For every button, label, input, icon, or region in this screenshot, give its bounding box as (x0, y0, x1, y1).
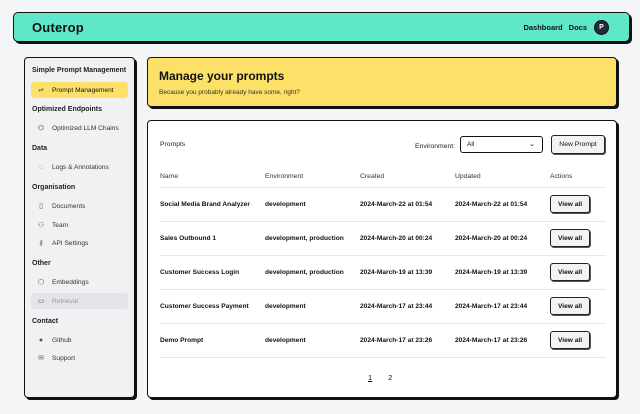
chat-icon: ◌ (38, 163, 44, 171)
table-row[interactable]: Demo Prompt development 2024-March-17 at… (160, 323, 606, 358)
sliders-icon: ⇌ (38, 87, 44, 94)
sidebar-item-label: Team (52, 221, 69, 229)
user-avatar[interactable]: P (594, 20, 609, 35)
document-icon: ▯ (39, 203, 43, 210)
prompt-environment: development, production (265, 255, 360, 290)
table-row[interactable]: Social Media Brand Analyzer development … (160, 187, 606, 222)
prompt-created: 2024-March-20 at 00:24 (360, 221, 455, 256)
row-actions: View all (550, 255, 606, 290)
prompt-created: 2024-March-22 at 01:54 (360, 187, 455, 222)
sidebar-item-logs-annotations[interactable]: ◌ Logs & Annotations (31, 159, 128, 175)
environment-select[interactable]: All ⌄ (460, 136, 543, 153)
column-header-updated[interactable]: Updated (455, 167, 550, 188)
sidebar: Simple Prompt Management ⇌ Prompt Manage… (24, 57, 135, 398)
view-all-button[interactable]: View all (550, 331, 590, 349)
nav-docs-link[interactable]: Docs (569, 23, 587, 32)
file-icon: ▭ (37, 298, 45, 305)
sidebar-item-embeddings[interactable]: ⬡ Embeddings (31, 274, 128, 290)
prompt-created: 2024-March-17 at 23:26 (360, 323, 455, 358)
prompts-panel: Prompts Environment: All ⌄ New Prompt Na… (147, 120, 617, 398)
row-actions: View all (550, 187, 606, 222)
table-header-row: Name Environment Created Updated Actions (160, 167, 606, 188)
page-title: Manage your prompts (159, 69, 285, 83)
prompt-updated: 2024-March-17 at 23:44 (455, 289, 550, 324)
sidebar-item-optimized-llm-chains[interactable]: ⌬ Optimized LLM Chains (31, 120, 128, 136)
prompt-environment: development (265, 187, 360, 222)
sidebar-item-label: Optimized LLM Chains (52, 124, 119, 132)
view-all-button[interactable]: View all (550, 297, 590, 315)
table-row[interactable]: Sales Outbound 1 development, production… (160, 221, 606, 256)
prompt-name: Sales Outbound 1 (160, 221, 265, 256)
key-icon: ⚷ (38, 240, 44, 247)
prompt-name: Customer Success Payment (160, 289, 265, 324)
sidebar-item-label: API Settings (52, 239, 89, 247)
prompt-updated: 2024-March-17 at 23:26 (455, 323, 550, 358)
prompt-name: Demo Prompt (160, 323, 265, 358)
app-logo[interactable]: Outerop (32, 20, 84, 35)
prompt-name: Social Media Brand Analyzer (160, 187, 265, 222)
prompt-created: 2024-March-19 at 13:39 (360, 255, 455, 290)
sidebar-section-title: Contact (32, 318, 59, 325)
row-actions: View all (550, 221, 606, 256)
view-all-button[interactable]: View all (550, 263, 590, 281)
prompt-created: 2024-March-17 at 23:44 (360, 289, 455, 324)
sidebar-item-label: Prompt Management (52, 86, 114, 94)
panel-title: Prompts (160, 141, 186, 148)
sidebar-item-api-settings[interactable]: ⚷ API Settings (31, 235, 128, 251)
users-icon: ⚇ (37, 222, 45, 229)
column-header-environment[interactable]: Environment (265, 167, 360, 188)
top-navbar: Outerop Dashboard Docs P (13, 12, 630, 42)
prompt-updated: 2024-March-20 at 00:24 (455, 221, 550, 256)
sidebar-section-title: Data (32, 145, 48, 152)
page-link-1[interactable]: 1 (368, 373, 372, 382)
github-icon: ● (38, 336, 44, 344)
sidebar-item-label: Documents (52, 202, 86, 210)
row-actions: View all (550, 289, 606, 324)
prompt-environment: development, production (265, 221, 360, 256)
row-actions: View all (550, 323, 606, 358)
column-header-name[interactable]: Name (160, 167, 265, 188)
pagination: 1 2 (368, 373, 392, 382)
sidebar-section-title: Organisation (32, 184, 76, 191)
sidebar-item-label: Embeddings (52, 278, 89, 286)
top-nav: Dashboard Docs (523, 23, 587, 32)
sidebar-section-title: Optimized Endpoints (32, 106, 102, 113)
sidebar-item-documents[interactable]: ▯ Documents (31, 198, 128, 214)
sidebar-item-retrieval: ▭ Retrieval (31, 293, 128, 309)
environment-label: Environment: (415, 143, 456, 150)
page-subtitle: Because you probably already have some, … (159, 89, 300, 96)
magic-icon: ⌬ (37, 125, 45, 132)
sidebar-item-label: Github (52, 336, 72, 344)
prompt-name: Customer Success Login (160, 255, 265, 290)
page-banner: Manage your prompts Because you probably… (147, 57, 617, 107)
nav-dashboard-link[interactable]: Dashboard (523, 23, 562, 32)
table-row[interactable]: Customer Success Payment development 202… (160, 289, 606, 324)
prompt-environment: development (265, 323, 360, 358)
page-link-2[interactable]: 2 (388, 373, 392, 382)
column-header-actions: Actions (550, 167, 606, 188)
sidebar-item-label: Logs & Annotations (52, 163, 109, 171)
new-prompt-button[interactable]: New Prompt (551, 135, 605, 154)
column-header-created[interactable]: Created (360, 167, 455, 188)
environment-select-value: All (467, 141, 475, 148)
sidebar-item-label: Support (52, 354, 76, 362)
prompt-updated: 2024-March-19 at 13:39 (455, 255, 550, 290)
sidebar-item-team[interactable]: ⚇ Team (31, 217, 128, 233)
prompt-updated: 2024-March-22 at 01:54 (455, 187, 550, 222)
table-row[interactable]: Customer Success Login development, prod… (160, 255, 606, 290)
sidebar-item-github[interactable]: ● Github (31, 332, 128, 348)
view-all-button[interactable]: View all (550, 195, 590, 213)
sidebar-item-prompt-management[interactable]: ⇌ Prompt Management (31, 82, 128, 98)
prompt-environment: development (265, 289, 360, 324)
view-all-button[interactable]: View all (550, 229, 590, 247)
sidebar-section-title: Simple Prompt Management (32, 67, 127, 74)
chevron-down-icon: ⌄ (529, 141, 535, 148)
prompts-table: Name Environment Created Updated Actions… (160, 167, 606, 358)
sidebar-section-title: Other (32, 260, 51, 267)
sidebar-item-support[interactable]: ✉ Support (31, 350, 128, 366)
mail-icon: ✉ (38, 355, 44, 362)
cube-icon: ⬡ (37, 279, 45, 286)
sidebar-item-label: Retrieval (52, 297, 79, 305)
